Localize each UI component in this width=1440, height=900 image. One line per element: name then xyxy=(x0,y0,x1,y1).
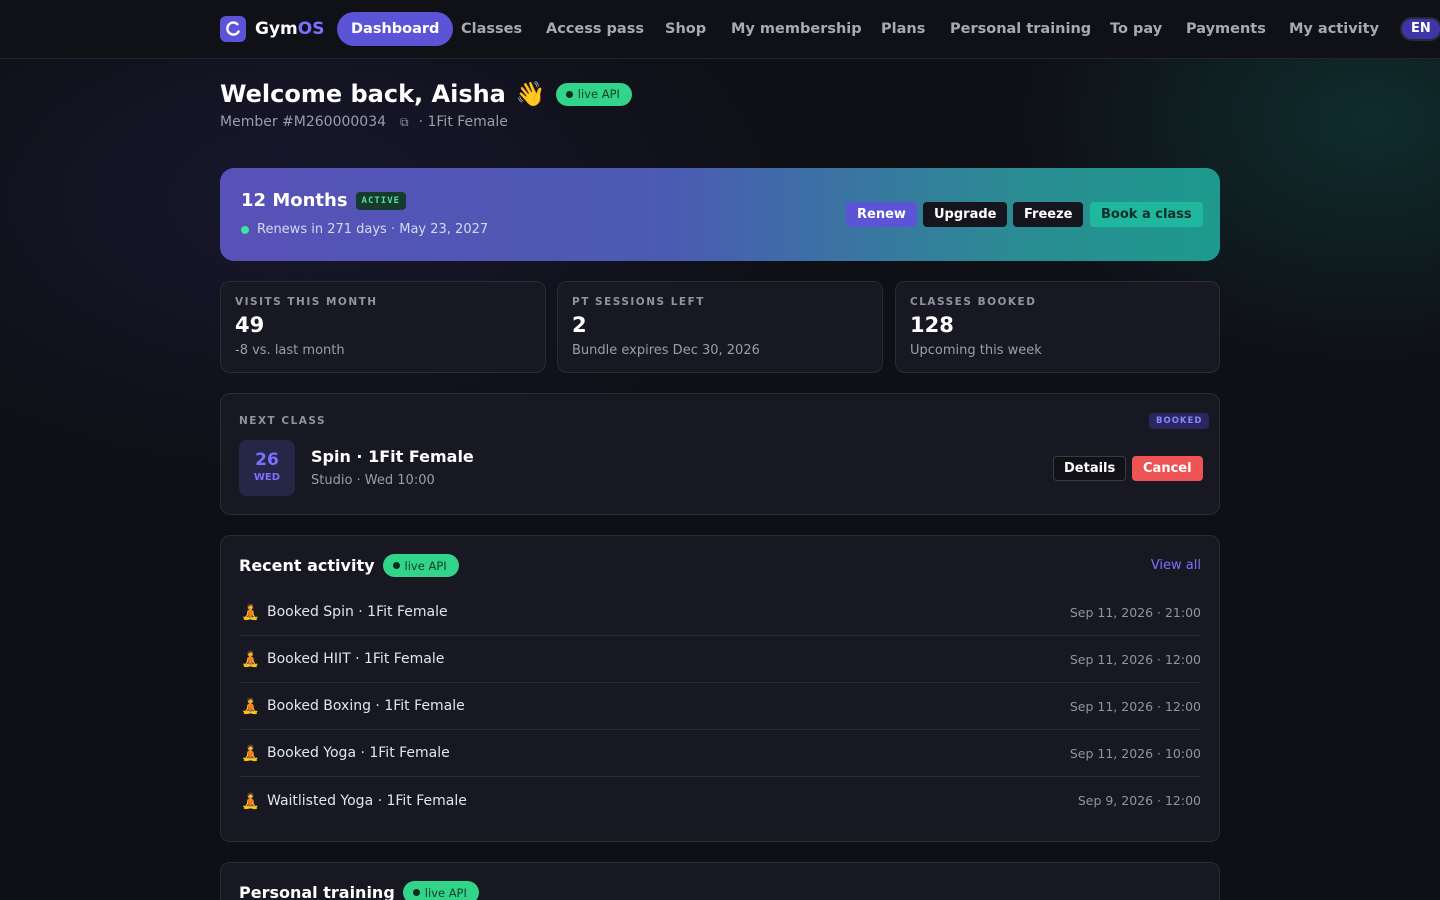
nav-my-membership[interactable]: My membership xyxy=(731,12,862,46)
activity-text: Booked HIIT · 1Fit Female xyxy=(267,651,445,667)
cancel-button[interactable]: Cancel xyxy=(1132,456,1203,481)
live-dot-icon xyxy=(412,889,420,896)
stat-label: PT SESSIONS LEFT xyxy=(572,296,705,308)
live-api-badge: live API xyxy=(382,554,459,577)
activity-item: 🧘 Booked HIIT · 1Fit Female Sep 11, 2026… xyxy=(239,636,1201,683)
stat-subtext: Upcoming this week xyxy=(910,343,1042,358)
activity-text: Waitlisted Yoga · 1Fit Female xyxy=(267,792,467,809)
welcome-header: Welcome back, Aisha 👋 live API xyxy=(220,80,632,108)
stat-label: VISITS THIS MONTH xyxy=(235,296,378,308)
booked-badge: BOOKED xyxy=(1149,413,1210,429)
activity-item: 🧘 Booked Yoga · 1Fit Female Sep 11, 2026… xyxy=(239,730,1201,777)
member-location: · 1Fit Female xyxy=(418,114,508,130)
next-class-card: NEXT CLASS BOOKED 26 WED Spin · 1Fit Fem… xyxy=(220,393,1220,515)
brand[interactable]: GymOS xyxy=(220,16,324,42)
section-label: NEXT CLASS xyxy=(239,415,327,427)
brand-name: GymOS xyxy=(255,19,325,39)
meditation-icon: 🧘 xyxy=(241,791,260,810)
activity-time: Sep 11, 2026 · 21:00 xyxy=(1069,604,1201,620)
activity-item: 🧘 Waitlisted Yoga · 1Fit Female Sep 9, 2… xyxy=(239,777,1201,824)
activity-item: 🧘 Booked Spin · 1Fit Female Sep 11, 2026… xyxy=(239,589,1201,636)
activity-time: Sep 9, 2026 · 12:00 xyxy=(1077,793,1201,808)
language-switcher[interactable]: EN xyxy=(1400,17,1440,41)
member-id: Member #M260000034 xyxy=(220,114,387,130)
stat-card-visits: VISITS THIS MONTH 49 -8 vs. last month xyxy=(220,281,546,373)
wave-icon: 👋 xyxy=(515,80,546,108)
meditation-icon: 🧘 xyxy=(241,697,260,715)
membership-plan: 12 Months ACTIVE xyxy=(241,190,407,211)
live-api-badge: live API xyxy=(402,881,479,900)
nav-classes[interactable]: Classes xyxy=(461,12,522,46)
renewal-info: Renews in 271 days · May 23, 2027 xyxy=(241,222,488,237)
stat-card-classes-booked: CLASSES BOOKED 128 Upcoming this week xyxy=(895,281,1220,373)
member-info: Member #M260000034 ⧉ · 1Fit Female xyxy=(220,114,508,130)
gymos-logo-icon xyxy=(220,16,246,42)
stat-subtext: -8 vs. last month xyxy=(235,343,345,358)
meditation-icon: 🧘 xyxy=(241,603,260,621)
activity-time: Sep 11, 2026 · 12:00 xyxy=(1069,651,1201,667)
top-navigation: GymOS Dashboard Classes Access pass Shop… xyxy=(0,0,1440,59)
class-weekday: WED xyxy=(253,472,281,483)
stat-value: 128 xyxy=(910,313,954,337)
book-class-button[interactable]: Book a class xyxy=(1090,202,1203,227)
stat-value: 49 xyxy=(235,313,265,337)
class-title: Spin · 1Fit Female xyxy=(311,447,474,466)
panel-header: Recent activity live API xyxy=(239,554,459,577)
live-api-badge: live API xyxy=(555,82,632,106)
panel-header: Personal training live API xyxy=(239,881,479,900)
meditation-icon: 🧘 xyxy=(241,744,260,762)
activity-time: Sep 11, 2026 · 10:00 xyxy=(1069,745,1201,761)
nav-dashboard[interactable]: Dashboard xyxy=(337,12,454,46)
class-subtitle: Studio · Wed 10:00 xyxy=(311,473,435,488)
section-title: Recent activity xyxy=(239,556,375,575)
status-dot-icon xyxy=(241,225,249,234)
activity-list: 🧘 Booked Spin · 1Fit Female Sep 11, 2026… xyxy=(239,589,1201,824)
stat-subtext: Bundle expires Dec 30, 2026 xyxy=(572,343,760,358)
activity-time: Sep 11, 2026 · 12:00 xyxy=(1069,698,1201,714)
stat-value: 2 xyxy=(572,313,587,337)
membership-card: 12 Months ACTIVE Renews in 271 days · Ma… xyxy=(220,168,1220,261)
nav-shop[interactable]: Shop xyxy=(665,12,706,46)
nav-access-pass[interactable]: Access pass xyxy=(546,12,644,46)
freeze-button[interactable]: Freeze xyxy=(1013,202,1084,227)
section-title: Personal training xyxy=(239,883,395,900)
page-title: Welcome back, Aisha xyxy=(220,80,506,108)
details-button[interactable]: Details xyxy=(1053,456,1127,481)
nav-payments[interactable]: Payments xyxy=(1186,12,1266,46)
personal-training-card: Personal training live API xyxy=(220,862,1220,900)
recent-activity-card: Recent activity live API View all 🧘 Book… xyxy=(220,535,1220,842)
meditation-icon: 🧘 xyxy=(241,650,260,668)
status-badge: ACTIVE xyxy=(355,191,407,210)
view-all-link[interactable]: View all xyxy=(1151,558,1201,573)
upgrade-button[interactable]: Upgrade xyxy=(923,202,1008,227)
nav-plans[interactable]: Plans xyxy=(881,12,925,46)
copy-icon[interactable]: ⧉ xyxy=(400,115,409,130)
activity-text: Booked Spin · 1Fit Female xyxy=(267,604,448,620)
activity-text: Booked Boxing · 1Fit Female xyxy=(267,698,465,714)
nav-personal-training[interactable]: Personal training xyxy=(950,12,1091,46)
stat-card-pt-sessions: PT SESSIONS LEFT 2 Bundle expires Dec 30… xyxy=(557,281,883,373)
nav-my-activity[interactable]: My activity xyxy=(1289,12,1379,46)
stat-label: CLASSES BOOKED xyxy=(910,296,1037,308)
nav-to-pay[interactable]: To pay xyxy=(1110,12,1162,46)
class-date: 26 WED xyxy=(239,440,295,496)
live-dot-icon xyxy=(392,562,400,569)
activity-item: 🧘 Booked Boxing · 1Fit Female Sep 11, 20… xyxy=(239,683,1201,730)
class-day: 26 xyxy=(255,450,279,470)
activity-text: Booked Yoga · 1Fit Female xyxy=(267,745,450,761)
live-dot-icon xyxy=(565,90,573,98)
renew-button[interactable]: Renew xyxy=(846,202,917,227)
